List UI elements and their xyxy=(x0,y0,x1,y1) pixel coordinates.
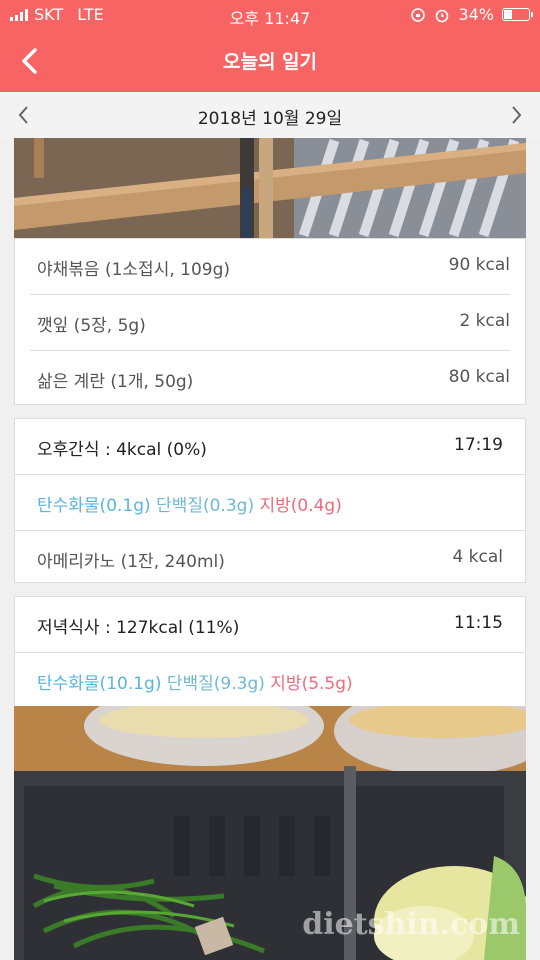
food-row[interactable]: 아메리카노 (1잔, 240ml) 4 kcal xyxy=(15,531,525,582)
food-name: 삶은 계란 (1개, 50g) xyxy=(37,372,194,392)
macro-row: 탄수화물(0.1g) 단백질(0.3g) 지방(0.4g) xyxy=(15,475,525,531)
meal-photo-dinner[interactable]: dietshin.com xyxy=(14,706,526,960)
carb-amount: 탄수화물(0.1g) xyxy=(37,496,151,516)
nav-bar: 오늘의 일기 xyxy=(0,30,540,92)
macro-row: 탄수화물(10.1g) 단백질(9.3g) 지방(5.5g) xyxy=(15,653,525,706)
date-navigator: 2018년 10월 29일 xyxy=(0,92,540,138)
protein-amount: 단백질(0.3g) xyxy=(156,496,255,516)
food-kcal: 80 kcal xyxy=(448,367,510,387)
alarm-icon xyxy=(436,9,449,22)
clock: 오후 11:47 xyxy=(229,9,311,28)
food-name: 야채볶음 (1소접시, 109g) xyxy=(37,260,231,280)
dinner-card: 저녁식사 : 127kcal (11%) 11:15 탄수화물(10.1g) 단… xyxy=(14,596,526,706)
food-row[interactable]: 삶은 계란 (1개, 50g) 80 kcal xyxy=(30,351,510,404)
watermark-logo: dietshin.com xyxy=(302,907,520,942)
meal-photo-lunch[interactable] xyxy=(14,138,526,238)
meal-header[interactable]: 저녁식사 : 127kcal (11%) 11:15 xyxy=(15,597,525,653)
fat-amount: 지방(0.4g) xyxy=(259,496,342,516)
food-row[interactable]: 야채볶음 (1소접시, 109g) 90 kcal xyxy=(30,239,510,295)
battery-percent: 34% xyxy=(458,5,494,24)
lunch-items-card: 야채볶음 (1소접시, 109g) 90 kcal 깻잎 (5장, 5g) 2 … xyxy=(14,238,526,405)
food-kcal: 90 kcal xyxy=(448,255,510,275)
status-bar: SKT LTE 오후 11:47 34% xyxy=(0,0,540,30)
carb-amount: 탄수화물(10.1g) xyxy=(37,674,162,694)
food-row[interactable]: 깻잎 (5장, 5g) 2 kcal xyxy=(30,295,510,351)
page-title: 오늘의 일기 xyxy=(222,51,317,73)
next-day-button[interactable] xyxy=(504,102,528,128)
food-name: 깻잎 (5장, 5g) xyxy=(37,316,146,336)
fat-amount: 지방(5.5g) xyxy=(270,674,353,694)
meal-time: 11:15 xyxy=(454,613,503,633)
food-kcal: 4 kcal xyxy=(452,547,503,567)
current-date: 2018년 10월 29일 xyxy=(197,109,343,129)
snack-card: 오후간식 : 4kcal (0%) 17:19 탄수화물(0.1g) 단백질(0… xyxy=(14,418,526,583)
meal-summary: 저녁식사 : 127kcal (11%) xyxy=(37,618,240,638)
meal-header[interactable]: 오후간식 : 4kcal (0%) 17:19 xyxy=(15,419,525,475)
meal-summary: 오후간식 : 4kcal (0%) xyxy=(37,440,207,460)
food-name: 아메리카노 (1잔, 240ml) xyxy=(37,552,225,572)
rotation-lock-icon xyxy=(411,7,426,22)
meal-time: 17:19 xyxy=(454,435,503,455)
food-kcal: 2 kcal xyxy=(459,311,510,331)
protein-amount: 단백질(9.3g) xyxy=(166,674,265,694)
battery-icon xyxy=(502,8,533,21)
